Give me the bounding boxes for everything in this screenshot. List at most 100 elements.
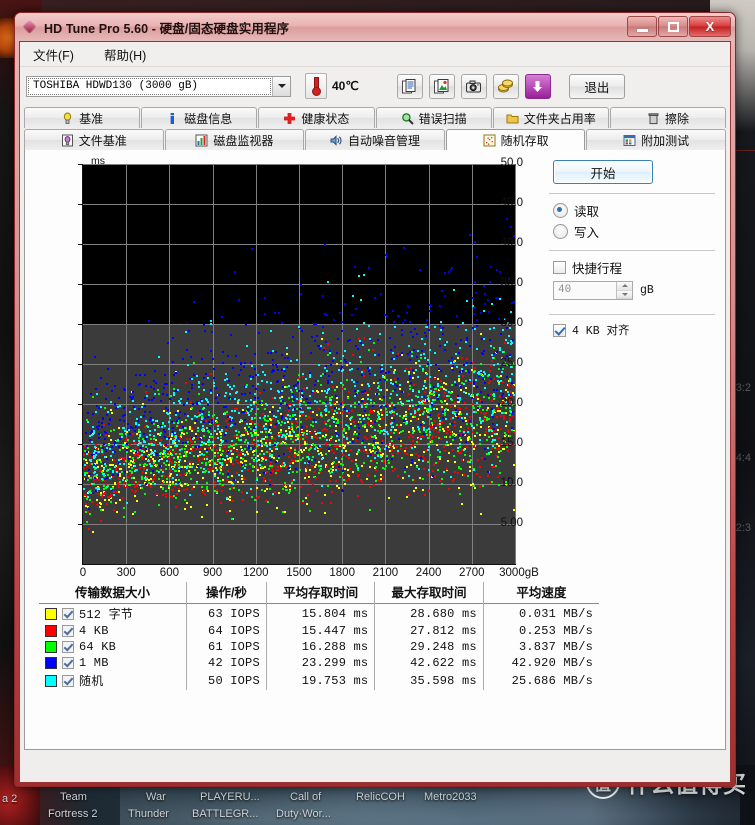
minimize-icon bbox=[636, 28, 648, 32]
copy-image-button[interactable] bbox=[428, 73, 455, 99]
row-size-cell[interactable]: 随机 bbox=[39, 671, 187, 690]
desktop-icon-label-8[interactable]: Duty·Wor... bbox=[276, 808, 331, 820]
tab-extra-tests[interactable]: 附加测试 bbox=[586, 129, 726, 150]
menu-file[interactable]: 文件(F) bbox=[30, 43, 77, 66]
y-tick-label: 45.0 bbox=[500, 197, 523, 209]
table-body: 512 字节 63 IOPS 15.804 ms 28.680 ms 0.031 MB/… bbox=[39, 603, 599, 690]
drive-select[interactable]: TOSHIBA HDWD130 (3000 gB) bbox=[26, 75, 291, 97]
tab-benchmark[interactable]: 基准 bbox=[24, 107, 141, 128]
desktop-clock-1: 4:4 bbox=[735, 452, 751, 464]
row-size-cell[interactable]: 1 MB bbox=[39, 655, 187, 671]
chevron-down-icon[interactable] bbox=[272, 76, 290, 96]
radio-write-label: 写入 bbox=[574, 226, 600, 240]
start-button[interactable]: 开始 bbox=[553, 160, 653, 184]
bar-chart-icon bbox=[195, 134, 208, 146]
th-avg-access: 平均存取时间 bbox=[266, 582, 376, 604]
random-access-panel: ms 5.00 10.0 15.0 20.0 25.0 30.0 35.0 40.0 45.0 5… bbox=[24, 150, 726, 750]
desktop-icon-label-9[interactable]: RelicCOH bbox=[356, 791, 405, 803]
short-stroke-label: 快捷行程 bbox=[572, 262, 623, 276]
desktop-icon-label-5[interactable]: PLAYERU... bbox=[200, 791, 260, 803]
copy-image-icon bbox=[434, 78, 449, 93]
thermometer-icon bbox=[305, 73, 327, 99]
row-avg-access-cell: 16.288 ms bbox=[266, 639, 376, 655]
align-checkbox[interactable] bbox=[553, 323, 566, 337]
row-iops-cell: 50 IOPS bbox=[186, 671, 267, 690]
table-row[interactable]: 1 MB 42 IOPS 23.299 ms 42.622 ms 42.920 MB/s bbox=[39, 655, 599, 671]
results-table: 传输数据大小 操作/秒 平均存取时间 最大存取时间 平均速度 512 字节 63 … bbox=[39, 582, 599, 690]
x-tick-label: 1500 bbox=[286, 567, 312, 579]
extra-test-icon bbox=[623, 134, 636, 146]
table-row[interactable]: 随机 50 IOPS 19.753 ms 35.598 ms 25.686 MB/s bbox=[39, 671, 599, 690]
mode-write-row[interactable]: 写入 bbox=[553, 222, 719, 241]
row-size-cell[interactable]: 512 字节 bbox=[39, 603, 187, 623]
stepper-down[interactable] bbox=[617, 290, 632, 299]
table-row[interactable]: 512 字节 63 IOPS 15.804 ms 28.680 ms 0.031 MB/… bbox=[39, 603, 599, 623]
row-size-cell[interactable]: 4 KB bbox=[39, 623, 187, 639]
title-bar[interactable]: HD Tune Pro 5.60 - 硬盘/固态硬盘实用程序 X bbox=[15, 13, 735, 41]
x-tick-label: 0 bbox=[79, 567, 87, 579]
tab-error-scan[interactable]: 错误扫描 bbox=[375, 107, 492, 128]
stepper-up[interactable] bbox=[617, 282, 632, 291]
series-name: 4 KB bbox=[79, 624, 109, 638]
series-checkbox[interactable] bbox=[62, 674, 74, 687]
menu-help[interactable]: 帮助(H) bbox=[101, 43, 149, 66]
x-tick-label: 600 bbox=[159, 567, 179, 579]
tab-folder-usage[interactable]: 文件夹占用率 bbox=[492, 107, 609, 128]
y-tick-mark bbox=[78, 284, 83, 285]
desktop-icon-label-3[interactable]: War bbox=[146, 791, 166, 803]
tab-disk-monitor[interactable]: 磁盘监视器 bbox=[164, 129, 305, 150]
desktop-icon-label-1[interactable]: Team bbox=[60, 791, 87, 803]
align-label: 4 KB 对齐 bbox=[572, 325, 630, 338]
desktop-icon-label-6[interactable]: BATTLEGR... bbox=[192, 808, 258, 820]
desktop-icon-label-10[interactable]: Metro2033 bbox=[424, 791, 477, 803]
tab-erase[interactable]: 擦除 bbox=[609, 107, 727, 128]
temperature-value: 40℃ bbox=[332, 79, 359, 93]
tab-label: 磁盘监视器 bbox=[213, 133, 274, 148]
short-stroke-stepper[interactable]: 40 bbox=[553, 281, 633, 300]
info-icon bbox=[170, 112, 175, 124]
align-row[interactable]: 4 KB 对齐 bbox=[553, 322, 719, 338]
short-stroke-checkbox[interactable] bbox=[553, 261, 566, 274]
tab-file-benchmark[interactable]: 文件基准 bbox=[24, 129, 164, 150]
tab-label: 随机存取 bbox=[500, 133, 549, 148]
series-color-swatch bbox=[45, 625, 57, 637]
tab-noise-management[interactable]: 自动噪音管理 bbox=[305, 129, 445, 150]
tab-health[interactable]: 健康状态 bbox=[258, 107, 375, 128]
series-checkbox[interactable] bbox=[62, 657, 74, 669]
desktop-icon-label-0[interactable]: a 2 bbox=[2, 793, 17, 805]
series-checkbox[interactable] bbox=[62, 625, 74, 637]
th-size: 传输数据大小 bbox=[39, 582, 187, 604]
desktop-icon-label-7[interactable]: Call of bbox=[290, 791, 321, 803]
series-checkbox[interactable] bbox=[62, 641, 74, 653]
row-iops-cell: 63 IOPS bbox=[186, 603, 267, 623]
download-arrow-icon bbox=[533, 80, 543, 92]
copy-text-icon bbox=[402, 78, 416, 93]
access-time-scatter-chart: ms 5.00 10.0 15.0 20.0 25.0 30.0 35.0 40.0 45.0 5… bbox=[37, 155, 539, 579]
x-tick-label: 2700 bbox=[459, 567, 485, 579]
short-stroke-row[interactable]: 快捷行程 bbox=[553, 258, 719, 277]
copy-text-button[interactable] bbox=[396, 73, 423, 99]
table-row[interactable]: 4 KB 64 IOPS 15.447 ms 27.812 ms 0.253 MB/s bbox=[39, 623, 599, 639]
mode-read-row[interactable]: 读取 bbox=[553, 201, 719, 220]
window-buttons: X bbox=[627, 16, 731, 37]
row-size-cell[interactable]: 64 KB bbox=[39, 639, 187, 655]
stepper-buttons[interactable] bbox=[616, 282, 632, 299]
tab-disk-info[interactable]: 磁盘信息 bbox=[141, 107, 258, 128]
tab-random-access[interactable]: 随机存取 bbox=[445, 129, 586, 150]
download-button[interactable] bbox=[524, 73, 551, 99]
donate-button[interactable] bbox=[492, 73, 519, 99]
minimize-button[interactable] bbox=[627, 16, 657, 37]
desktop-icon-label-4[interactable]: Thunder bbox=[128, 808, 169, 820]
maximize-button[interactable] bbox=[658, 16, 688, 37]
scatter-points bbox=[83, 164, 515, 564]
series-checkbox[interactable] bbox=[62, 607, 74, 620]
x-tick-label: 1800 bbox=[329, 567, 355, 579]
radio-write-icon[interactable] bbox=[553, 224, 568, 239]
screenshot-button[interactable] bbox=[460, 73, 487, 99]
exit-button[interactable]: 退出 bbox=[568, 73, 625, 99]
desktop-icon-label-2[interactable]: Fortress 2 bbox=[48, 808, 98, 820]
table-row[interactable]: 64 KB 61 IOPS 16.288 ms 29.248 ms 3.837 MB/s bbox=[39, 639, 599, 655]
radio-read-icon[interactable] bbox=[553, 203, 568, 218]
close-button[interactable]: X bbox=[689, 16, 731, 37]
series-color-swatch bbox=[45, 674, 57, 687]
